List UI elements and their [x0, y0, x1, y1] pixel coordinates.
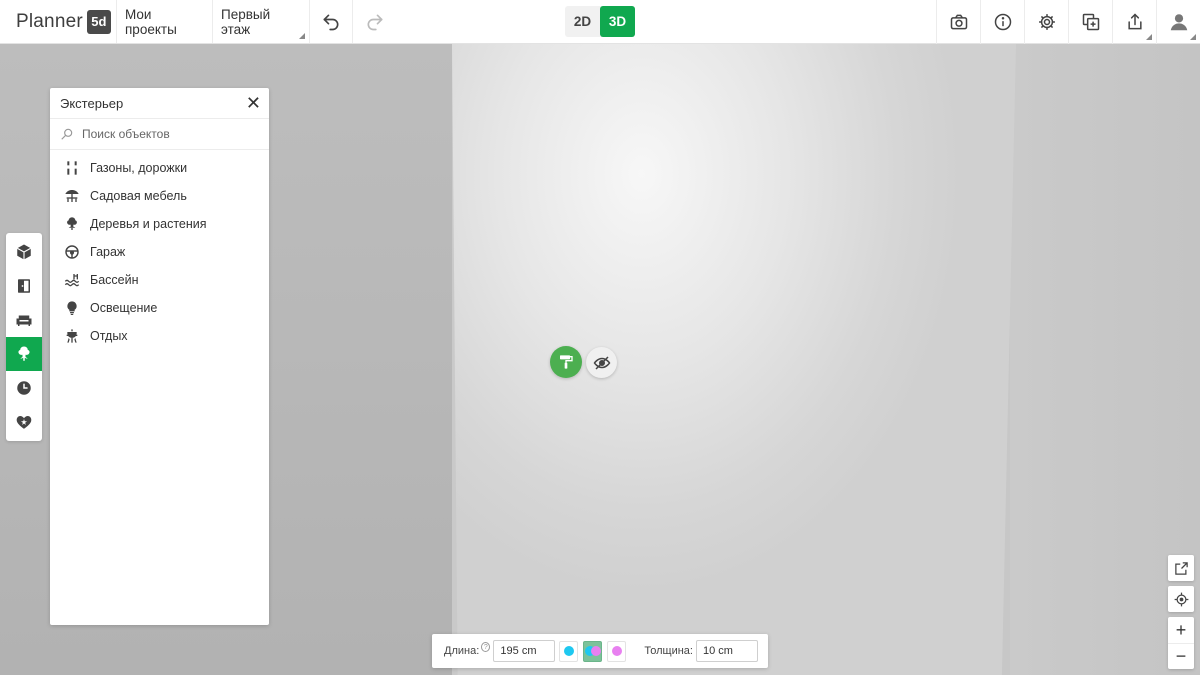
- zoom-in-button[interactable]: +: [1168, 617, 1194, 643]
- tree-icon: [67, 217, 77, 230]
- top-toolbar: Planner 5d Мои проекты Первый этаж 2D 3D: [0, 0, 1200, 44]
- category-trees-plants[interactable]: Деревья и растения: [50, 210, 269, 238]
- share-button[interactable]: [1112, 0, 1156, 44]
- gear-icon: [1038, 14, 1055, 30]
- panel-title: Экстерьер: [60, 95, 124, 111]
- category-list: Газоны, дорожки Садовая мебель Деревья и…: [50, 150, 269, 350]
- selected-wall[interactable]: [452, 44, 1016, 675]
- share-dropdown-corner-icon: [1146, 34, 1152, 40]
- search-row: [50, 119, 269, 150]
- panel-header: Экстерьер ✕: [50, 88, 269, 119]
- info-button[interactable]: [980, 0, 1024, 44]
- crosshair-icon: [1174, 592, 1188, 606]
- search-input[interactable]: [82, 127, 252, 141]
- catalog-doors-windows-button[interactable]: [6, 269, 42, 303]
- logo-badge: 5d: [86, 9, 111, 34]
- category-recreation[interactable]: Отдых: [50, 322, 269, 350]
- logo[interactable]: Planner 5d: [0, 0, 117, 43]
- catalog-furniture-button[interactable]: [6, 303, 42, 337]
- right-tools: [936, 0, 1200, 44]
- bulb-icon: [67, 301, 77, 315]
- category-garden-furniture[interactable]: Садовая мебель: [50, 182, 269, 210]
- zoom-out-button[interactable]: −: [1168, 643, 1194, 669]
- search-icon: [61, 128, 73, 140]
- length-label: Длина:: [444, 645, 480, 657]
- grill-icon: [66, 329, 78, 343]
- category-label: Деревья и растения: [90, 217, 207, 231]
- screenshot-button[interactable]: [936, 0, 980, 44]
- catalog-exterior-button[interactable]: [6, 337, 42, 371]
- pool-icon: [64, 274, 80, 287]
- wall-side-both-button[interactable]: [583, 640, 603, 662]
- category-label: Освещение: [90, 301, 158, 315]
- umbrella-table-icon: [65, 190, 79, 202]
- category-garage[interactable]: Гараж: [50, 238, 269, 266]
- category-lawns-paths[interactable]: Газоны, дорожки: [50, 154, 269, 182]
- category-label: Газоны, дорожки: [90, 161, 188, 175]
- eye-off-icon: [593, 355, 610, 370]
- redo-button[interactable]: [353, 0, 396, 43]
- paint-roller-icon: [560, 355, 573, 369]
- category-label: Садовая мебель: [90, 189, 187, 203]
- exterior-catalog-panel: Экстерьер ✕ Газоны, дорожки Садовая мебе…: [50, 88, 269, 625]
- center-view-button[interactable]: [1168, 586, 1194, 612]
- share-icon: [1127, 13, 1142, 30]
- settings-button[interactable]: [1024, 0, 1068, 44]
- category-label: Гараж: [90, 245, 126, 259]
- heart-icon: [16, 416, 32, 429]
- account-button[interactable]: [1156, 0, 1200, 44]
- logo-text: Planner: [16, 10, 83, 32]
- redo-icon: [367, 14, 382, 30]
- door-icon: [18, 279, 30, 293]
- account-dropdown-corner-icon: [1190, 34, 1196, 40]
- close-icon[interactable]: ✕: [246, 94, 261, 112]
- path-icon: [67, 161, 77, 175]
- thickness-label: Толщина:: [644, 645, 693, 657]
- help-icon[interactable]: ?: [481, 642, 491, 652]
- category-label: Отдых: [90, 329, 128, 343]
- wall-properties-bar: Длина: ? Толщина:: [432, 634, 768, 668]
- category-lighting[interactable]: Освещение: [50, 294, 269, 322]
- category-pool[interactable]: Бассейн: [50, 266, 269, 294]
- tree-icon: [18, 346, 30, 361]
- add-copy-icon: [1082, 13, 1099, 31]
- wall-side-right-button[interactable]: [607, 640, 627, 662]
- left-catalog-bar: [6, 233, 42, 441]
- right-side-color-dot: [611, 646, 622, 656]
- my-projects-label: Мои проекты: [125, 6, 177, 37]
- camera-icon: [950, 14, 967, 30]
- view-mode-switch: 2D 3D: [565, 6, 635, 37]
- info-icon: [994, 13, 1011, 31]
- catalog-recent-button[interactable]: [6, 371, 42, 405]
- sofa-icon: [16, 315, 32, 326]
- external-expand-icon: [1174, 561, 1188, 575]
- cube-icon: [16, 244, 32, 260]
- steering-wheel-icon: [65, 245, 79, 259]
- my-projects-button[interactable]: Мои проекты: [117, 0, 213, 43]
- floor-label: Первый этаж: [221, 6, 271, 37]
- catalog-construction-button[interactable]: [6, 235, 42, 269]
- hide-wall-button[interactable]: [586, 347, 617, 378]
- user-avatar-icon: [1170, 14, 1187, 31]
- floor-selector[interactable]: Первый этаж: [213, 0, 310, 43]
- both-right-dot: [590, 646, 601, 656]
- wall-side-left-button[interactable]: [559, 640, 579, 662]
- catalog-favorites-button[interactable]: [6, 405, 42, 439]
- category-label: Бассейн: [90, 273, 139, 287]
- undo-button[interactable]: [310, 0, 353, 43]
- thickness-input[interactable]: [695, 640, 758, 662]
- paint-wall-button[interactable]: [550, 346, 582, 378]
- fullscreen-button[interactable]: [1168, 555, 1194, 581]
- add-project-button[interactable]: [1068, 0, 1112, 44]
- clock-icon: [17, 381, 31, 395]
- dropdown-corner-icon: [299, 33, 305, 39]
- length-input[interactable]: [493, 640, 556, 662]
- zoom-controls: + −: [1168, 617, 1194, 669]
- undo-icon: [323, 14, 339, 30]
- mode-3d-button[interactable]: 3D: [600, 6, 635, 37]
- mode-2d-button[interactable]: 2D: [565, 6, 600, 37]
- left-side-color-dot: [563, 646, 574, 656]
